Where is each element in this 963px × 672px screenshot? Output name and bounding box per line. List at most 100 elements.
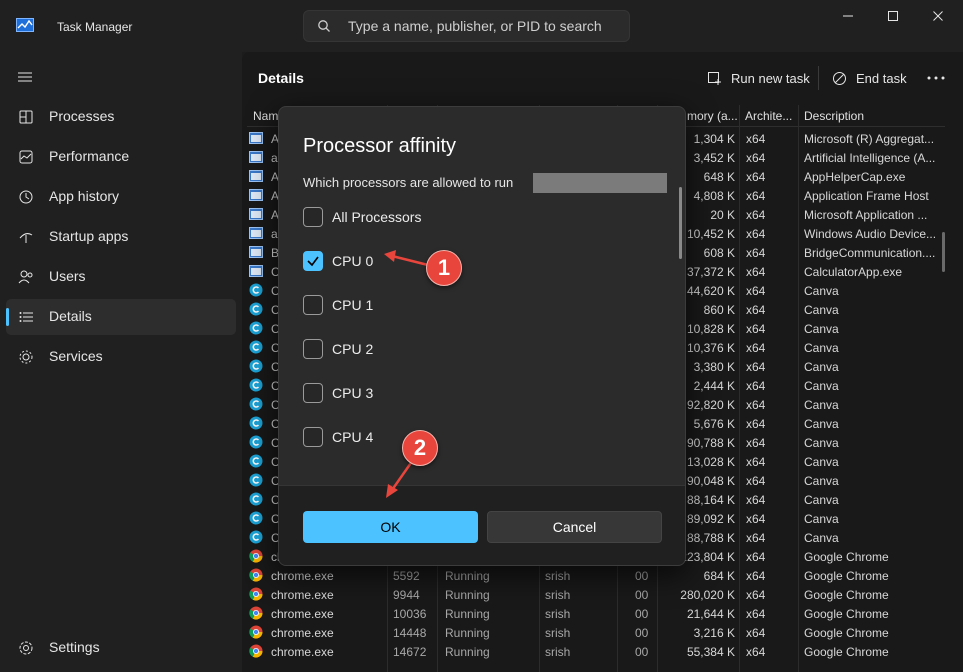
toolbar: Details Run new task End task	[242, 52, 963, 104]
column-header-name[interactable]: Nam	[253, 109, 278, 123]
canva-icon	[249, 473, 263, 487]
run-task-icon	[708, 71, 721, 85]
cell-desc: Artificial Intelligence (A...	[804, 151, 936, 165]
end-task-icon	[833, 71, 846, 85]
app-history-icon	[18, 189, 34, 205]
checkbox-cpu-2[interactable]	[303, 339, 323, 359]
cell-desc: Canva	[804, 303, 839, 317]
run-new-task-button[interactable]: Run new task	[707, 66, 810, 90]
checkbox-cpu-3[interactable]	[303, 383, 323, 403]
redacted-process-name	[533, 173, 667, 193]
sidebar-item-app-history[interactable]: App history	[6, 179, 236, 215]
cell-user: srish	[545, 626, 571, 640]
sidebar-item-processes[interactable]: Processes	[6, 99, 236, 135]
column-header-memory[interactable]: mory (a...	[687, 109, 738, 123]
checkbox-row-cpu-4[interactable]: CPU 4	[303, 427, 603, 451]
canva-icon	[249, 340, 263, 354]
cell-desc: Application Frame Host	[804, 189, 929, 203]
checkbox-cpu-1[interactable]	[303, 295, 323, 315]
cell-arch: x64	[746, 265, 766, 279]
step-2-callout: 2	[402, 430, 438, 466]
sidebar-item-performance[interactable]: Performance	[6, 139, 236, 175]
end-task-label: End task	[856, 70, 907, 86]
column-header-architecture[interactable]: Archite...	[745, 109, 792, 123]
cell-cpu: 00	[635, 607, 649, 621]
hamburger-menu-icon[interactable]	[17, 70, 33, 87]
table-row[interactable]: chrome.exe 14672 Running srish 00 55,384 K x64…	[247, 642, 945, 661]
cell-arch: x64	[746, 474, 766, 488]
sidebar: Processes Performance App history Startu…	[0, 52, 242, 672]
checkbox-row-cpu-1[interactable]: CPU 1	[303, 295, 603, 319]
sidebar-item-label: Performance	[49, 148, 130, 164]
cell-desc: Canva	[804, 360, 839, 374]
cell-pid: 14672	[393, 645, 427, 659]
search-icon	[317, 19, 331, 36]
cell-pid: 10036	[393, 607, 427, 621]
maximize-icon	[888, 11, 898, 21]
checkbox-all-processors[interactable]	[303, 207, 323, 227]
canva-icon	[249, 397, 263, 411]
services-icon	[18, 349, 34, 365]
cell-arch: x64	[746, 531, 766, 545]
checkbox-row-cpu-2[interactable]: CPU 2	[303, 339, 603, 363]
maximize-button[interactable]	[870, 0, 916, 32]
canva-icon	[249, 378, 263, 392]
checkbox-cpu-4[interactable]	[303, 427, 323, 447]
table-row[interactable]: chrome.exe 14448 Running srish 00 3,216 K x64 G…	[247, 623, 945, 642]
cell-desc: Canva	[804, 417, 839, 431]
app-window-icon	[249, 131, 263, 145]
table-scrollbar[interactable]	[942, 232, 945, 272]
checkbox-cpu-0[interactable]	[303, 251, 323, 271]
sidebar-item-startup-apps[interactable]: Startup apps	[6, 219, 236, 255]
canva-icon	[249, 454, 263, 468]
cell-user: srish	[545, 607, 571, 621]
cell-name: chrome.exe	[271, 607, 334, 621]
more-options-button[interactable]	[927, 66, 954, 90]
cell-desc: Google Chrome	[804, 569, 889, 583]
canva-icon	[249, 416, 263, 430]
sidebar-item-label: Services	[49, 348, 103, 364]
dialog-scrollbar[interactable]	[679, 187, 682, 259]
canva-icon	[249, 283, 263, 297]
table-row[interactable]: chrome.exe 9944 Running srish 00 280,020 K x64…	[247, 585, 945, 604]
cancel-button[interactable]: Cancel	[487, 511, 662, 543]
sidebar-item-settings[interactable]: Settings	[6, 630, 236, 666]
cell-arch: x64	[746, 151, 766, 165]
sidebar-item-details[interactable]: Details	[6, 299, 236, 335]
checkbox-row-cpu-3[interactable]: CPU 3	[303, 383, 603, 407]
cell-cpu: 00	[635, 588, 649, 602]
cell-pid: 9944	[393, 588, 420, 602]
minimize-icon	[843, 15, 853, 17]
search-box[interactable]	[303, 10, 630, 42]
column-header-description[interactable]: Description	[804, 109, 864, 123]
cell-status: Running	[445, 569, 490, 583]
sidebar-item-services[interactable]: Services	[6, 339, 236, 375]
ok-button[interactable]: OK	[303, 511, 478, 543]
cell-arch: x64	[746, 189, 766, 203]
cell-desc: Canva	[804, 341, 839, 355]
cell-desc: Canva	[804, 474, 839, 488]
table-row[interactable]: chrome.exe 10036 Running srish 00 21,644 K x64…	[247, 604, 945, 623]
page-title: Details	[258, 70, 304, 86]
more-options-icon	[927, 76, 945, 80]
chrome-icon	[249, 644, 263, 658]
cell-arch: x64	[746, 360, 766, 374]
checkbox-label: CPU 0	[332, 253, 374, 269]
close-button[interactable]	[915, 0, 961, 32]
cell-arch: x64	[746, 626, 766, 640]
cell-status: Running	[445, 645, 490, 659]
search-input[interactable]	[348, 11, 618, 41]
dialog-title: Processor affinity	[303, 135, 457, 157]
app-window-icon	[249, 226, 263, 240]
end-task-button[interactable]: End task	[832, 66, 907, 90]
cell-cpu: 00	[635, 645, 649, 659]
cell-mem: 55,384 K	[686, 645, 735, 659]
cell-cpu: 00	[635, 569, 649, 583]
cell-desc: Google Chrome	[804, 626, 889, 640]
checkbox-row-all-processors[interactable]: All Processors	[303, 207, 603, 231]
cell-arch: x64	[746, 436, 766, 450]
sidebar-item-users[interactable]: Users	[6, 259, 236, 295]
minimize-button[interactable]	[825, 0, 871, 32]
table-row[interactable]: chrome.exe 5592 Running srish 00 684 K x64 Goog…	[247, 566, 945, 585]
title-bar: Task Manager	[0, 0, 963, 52]
